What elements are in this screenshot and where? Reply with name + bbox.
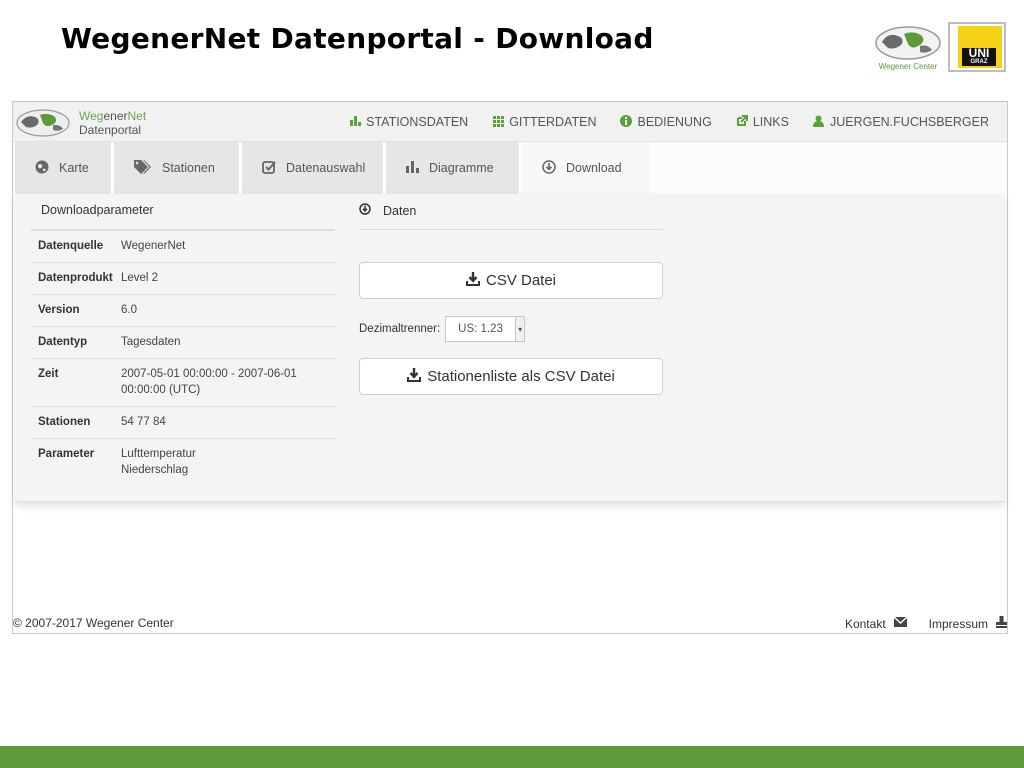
grid-icon <box>492 115 504 129</box>
check-icon <box>262 160 276 177</box>
portal-screenshot: WegenerNet Datenportal STATIONSDATEN GIT… <box>12 101 1008 634</box>
tab-label: Download <box>566 161 622 175</box>
footer: © 2007-2017 Wegener Center Kontakt Impre… <box>13 612 1007 634</box>
globe-icon <box>35 160 49 177</box>
slide-bottom-bar <box>0 746 1024 768</box>
wegener-center-logo: Wegener Center <box>874 24 942 72</box>
download-icon <box>465 271 480 290</box>
table-row: Parameter Lufttemperatur Niederschlag <box>31 439 335 486</box>
top-navbar: WegenerNet Datenportal STATIONSDATEN GIT… <box>13 102 1007 142</box>
nav-user[interactable]: JUERGEN.FUCHSBERGER <box>813 115 989 129</box>
dezimaltrenner-value: US: 1.23 <box>458 323 503 335</box>
table-row: Datenprodukt Level 2 <box>31 263 335 295</box>
param-key: Datenquelle <box>38 240 104 252</box>
nav-bedienung[interactable]: BEDIENUNG <box>620 115 712 129</box>
csv-button-label: CSV Datei <box>485 272 557 289</box>
params-table: Datenquelle WegenerNet Datenprodukt Leve… <box>31 231 335 486</box>
dezimaltrenner-row: Dezimaltrenner: US: 1.23 ▾ <box>359 316 526 342</box>
impressum-link[interactable]: Impressum <box>929 617 988 631</box>
nav-label: BEDIENUNG <box>637 115 712 129</box>
envelope-icon <box>893 616 908 630</box>
bar-chart-icon <box>406 160 419 176</box>
globe-logo-icon <box>16 109 70 137</box>
tab-bar: Karte Stationen Datenauswahl Diagramme D… <box>15 142 1005 194</box>
params-heading: Downloadparameter <box>41 203 154 217</box>
tab-download[interactable]: Download <box>522 142 650 194</box>
tab-stationen[interactable]: Stationen <box>114 142 239 194</box>
table-row: Datentyp Tagesdaten <box>31 327 335 359</box>
brand[interactable]: WegenerNet Datenportal <box>15 107 146 139</box>
tab-label: Datenauswahl <box>286 161 366 175</box>
user-icon <box>813 115 825 129</box>
tags-icon <box>134 159 152 177</box>
param-value: 6.0 <box>121 304 137 316</box>
param-value: 2007-05-01 00:00:00 - 2007-06-01 00:00:00… <box>121 366 297 398</box>
download-icon <box>407 367 422 386</box>
tab-datenauswahl[interactable]: Datenauswahl <box>242 142 383 194</box>
uni-graz-logo: UNI GRAZ <box>948 22 1006 72</box>
param-key: Datentyp <box>38 336 88 348</box>
logos: Wegener Center UNI GRAZ <box>874 20 1008 74</box>
daten-heading-label: Daten <box>383 203 417 218</box>
main-nav: STATIONSDATEN GITTERDATEN BEDIENUNG LINK… <box>349 102 989 142</box>
table-row: Datenquelle WegenerNet <box>31 231 335 263</box>
dezimaltrenner-label: Dezimaltrenner: <box>359 323 441 335</box>
brand-part1: Weg <box>79 109 104 123</box>
param-key: Datenprodukt <box>38 272 113 284</box>
nav-label: JUERGEN.FUCHSBERGER <box>829 115 989 129</box>
param-value-line1: Lufttemperatur <box>121 448 196 460</box>
download-circle-icon <box>542 159 556 177</box>
bar-chart-icon <box>349 116 361 128</box>
stationsliste-button-label: Stationenliste als CSV Datei <box>427 368 615 385</box>
tab-bar-filler <box>650 142 1005 194</box>
stamp-icon <box>996 616 1007 631</box>
param-value: WegenerNet <box>121 240 186 252</box>
download-panel: Downloadparameter Datenquelle WegenerNet… <box>15 194 1005 502</box>
nav-label: STATIONSDATEN <box>366 115 469 129</box>
tab-label: Diagramme <box>429 161 494 175</box>
copyright: © 2007-2017 Wegener Center <box>13 616 174 630</box>
dezimaltrenner-select[interactable]: US: 1.23 ▾ <box>445 316 526 342</box>
param-value: Level 2 <box>121 272 159 284</box>
nav-stationsdaten[interactable]: STATIONSDATEN <box>349 115 468 129</box>
param-key: Version <box>38 304 80 316</box>
table-row: Stationen 54 77 84 <box>31 407 335 439</box>
param-key: Stationen <box>38 416 91 428</box>
table-row: Zeit 2007-05-01 00:00:00 - 2007-06-01 00:… <box>31 359 335 407</box>
param-value-line1: 2007-05-01 00:00:00 - 2007-06-01 <box>121 368 297 380</box>
info-icon <box>620 115 633 129</box>
daten-divider <box>359 229 663 230</box>
download-circle-icon <box>359 203 371 218</box>
tab-label: Karte <box>59 161 89 175</box>
param-value: Tagesdaten <box>121 336 181 348</box>
param-value-line2: Niederschlag <box>121 464 189 476</box>
nav-label: LINKS <box>752 115 789 129</box>
param-value-line2: 00:00:00 (UTC) <box>121 384 201 396</box>
stationsliste-download-button[interactable]: Stationenliste als CSV Datei <box>359 358 663 395</box>
wegener-center-text: Wegener Center <box>878 62 938 71</box>
nav-gitterdaten[interactable]: GITTERDATEN <box>492 115 596 129</box>
slide-title: WegenerNet Datenportal - Download <box>61 22 654 55</box>
chevron-down-icon: ▾ <box>515 317 525 341</box>
brand-part2: ener <box>103 109 128 123</box>
uni-text: UNI <box>968 46 990 60</box>
kontakt-link[interactable]: Kontakt <box>845 617 886 631</box>
external-link-icon <box>736 115 748 129</box>
tab-diagramme[interactable]: Diagramme <box>386 142 519 194</box>
nav-label: GITTERDATEN <box>509 115 597 129</box>
daten-heading: Daten <box>359 203 416 218</box>
tab-label: Stationen <box>162 161 215 175</box>
csv-download-button[interactable]: CSV Datei <box>359 262 663 299</box>
brand-subtitle: Datenportal <box>79 123 142 137</box>
nav-links[interactable]: LINKS <box>736 115 789 129</box>
param-value: Lufttemperatur Niederschlag <box>121 446 196 478</box>
param-key: Zeit <box>38 368 59 380</box>
tab-karte[interactable]: Karte <box>15 142 111 194</box>
table-row: Version 6.0 <box>31 295 335 327</box>
brand-part3: Net <box>127 109 147 123</box>
graz-text: GRAZ <box>970 59 988 65</box>
param-key: Parameter <box>38 448 95 460</box>
param-value: 54 77 84 <box>121 416 166 428</box>
